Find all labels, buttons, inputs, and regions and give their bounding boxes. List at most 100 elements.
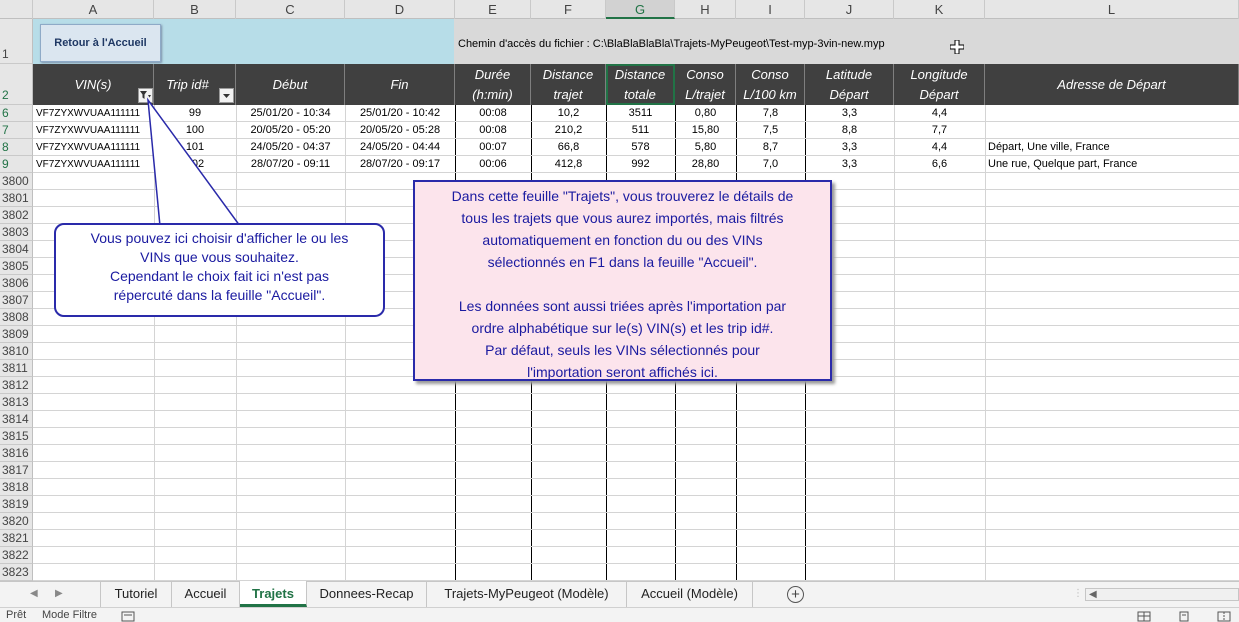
normal-view-icon[interactable]: [1137, 611, 1151, 622]
table-cell[interactable]: 210,2: [531, 122, 606, 139]
table-cell[interactable]: 101: [154, 139, 236, 156]
back-to-home-button[interactable]: Retour à l'Accueil: [40, 24, 161, 62]
trip-id-filter-button[interactable]: [219, 88, 234, 103]
table-cell[interactable]: 8,8: [805, 122, 894, 139]
select-all-corner[interactable]: [0, 0, 33, 19]
prev-sheet-arrow-icon[interactable]: ◀: [30, 588, 38, 599]
column-header-f[interactable]: F: [531, 0, 606, 19]
table-cell[interactable]: 28/07/20 - 09:17: [345, 156, 455, 173]
row-header[interactable]: 3805: [0, 258, 33, 275]
header-distance-totale[interactable]: Distance totale: [606, 64, 675, 105]
table-cell[interactable]: 25/01/20 - 10:34: [236, 105, 345, 122]
row-header[interactable]: 3811: [0, 360, 33, 377]
table-cell[interactable]: 00:06: [455, 156, 531, 173]
header-longitude[interactable]: Longitude Départ: [894, 64, 985, 105]
table-cell[interactable]: 992: [606, 156, 675, 173]
row-header[interactable]: 3801: [0, 190, 33, 207]
row-header[interactable]: 3804: [0, 241, 33, 258]
table-cell[interactable]: Départ, Une ville, France: [985, 139, 1239, 156]
table-cell[interactable]: 7,7: [894, 122, 985, 139]
table-cell[interactable]: 7,0: [736, 156, 805, 173]
table-cell[interactable]: VF7ZYXWVUAA111111: [33, 122, 154, 139]
table-cell[interactable]: 3,3: [805, 156, 894, 173]
tab-donnees-recap[interactable]: Donnees-Recap: [307, 581, 427, 607]
row-header[interactable]: 3803: [0, 224, 33, 241]
table-cell[interactable]: 3511: [606, 105, 675, 122]
row-header[interactable]: 3820: [0, 513, 33, 530]
next-sheet-arrow-icon[interactable]: ▶: [55, 588, 63, 599]
table-cell[interactable]: 3,3: [805, 105, 894, 122]
table-cell[interactable]: 100: [154, 122, 236, 139]
header-distance-trajet[interactable]: Distance trajet: [531, 64, 606, 105]
table-cell[interactable]: 102: [154, 156, 236, 173]
table-cell[interactable]: 511: [606, 122, 675, 139]
column-header-l[interactable]: L: [985, 0, 1239, 19]
table-cell[interactable]: 7,8: [736, 105, 805, 122]
table-cell[interactable]: 3,3: [805, 139, 894, 156]
table-cell[interactable]: 578: [606, 139, 675, 156]
table-cell[interactable]: 10,2: [531, 105, 606, 122]
table-cell[interactable]: 4,4: [894, 139, 985, 156]
header-duree[interactable]: Durée (h:min): [455, 64, 531, 105]
table-cell[interactable]: 00:08: [455, 122, 531, 139]
column-header-d[interactable]: D: [345, 0, 455, 19]
row-header[interactable]: 3810: [0, 343, 33, 360]
vin-filter-button[interactable]: [138, 88, 153, 103]
row-header[interactable]: 3814: [0, 411, 33, 428]
column-header-b[interactable]: B: [154, 0, 236, 19]
macro-record-icon[interactable]: [121, 611, 135, 622]
horizontal-scrollbar[interactable]: [1085, 588, 1239, 601]
table-cell[interactable]: 412,8: [531, 156, 606, 173]
tab-trajets-mypeugeot-modele[interactable]: Trajets-MyPeugeot (Modèle): [427, 581, 627, 607]
column-header-h[interactable]: H: [675, 0, 736, 19]
tab-accueil-modele[interactable]: Accueil (Modèle): [627, 581, 753, 607]
table-cell[interactable]: 20/05/20 - 05:28: [345, 122, 455, 139]
row-header[interactable]: 3808: [0, 309, 33, 326]
table-cell[interactable]: 6,6: [894, 156, 985, 173]
table-cell[interactable]: 7,5: [736, 122, 805, 139]
table-cell[interactable]: 00:07: [455, 139, 531, 156]
table-cell[interactable]: 24/05/20 - 04:44: [345, 139, 455, 156]
table-cell[interactable]: [985, 122, 1239, 139]
tab-trajets[interactable]: Trajets: [240, 581, 307, 607]
column-header-j[interactable]: J: [805, 0, 894, 19]
row-header[interactable]: 3813: [0, 394, 33, 411]
table-cell[interactable]: 20/05/20 - 05:20: [236, 122, 345, 139]
table-cell[interactable]: VF7ZYXWVUAA111111: [33, 105, 154, 122]
row-header[interactable]: 3815: [0, 428, 33, 445]
row-header[interactable]: 6: [0, 105, 33, 122]
table-cell[interactable]: [985, 105, 1239, 122]
table-cell[interactable]: 15,80: [675, 122, 736, 139]
header-debut[interactable]: Début: [236, 64, 345, 105]
column-header-a[interactable]: A: [33, 0, 154, 19]
row-header-1[interactable]: 1: [0, 19, 33, 64]
row-header[interactable]: 3802: [0, 207, 33, 224]
header-conso-trajet[interactable]: Conso L/trajet: [675, 64, 736, 105]
header-adresse[interactable]: Adresse de Départ: [985, 64, 1239, 105]
table-cell[interactable]: VF7ZYXWVUAA111111: [33, 156, 154, 173]
table-cell[interactable]: 25/01/20 - 10:42: [345, 105, 455, 122]
table-cell[interactable]: 28,80: [675, 156, 736, 173]
row-header[interactable]: 3806: [0, 275, 33, 292]
row-header[interactable]: 3817: [0, 462, 33, 479]
row-header[interactable]: 3822: [0, 547, 33, 564]
header-conso-100km[interactable]: Conso L/100 km: [736, 64, 805, 105]
row-header[interactable]: 3823: [0, 564, 33, 581]
row-header[interactable]: 7: [0, 122, 33, 139]
row-header[interactable]: 8: [0, 139, 33, 156]
column-header-i[interactable]: I: [736, 0, 805, 19]
row-header[interactable]: 9: [0, 156, 33, 173]
table-cell[interactable]: 28/07/20 - 09:11: [236, 156, 345, 173]
header-latitude[interactable]: Latitude Départ: [805, 64, 894, 105]
row-header[interactable]: 3807: [0, 292, 33, 309]
tab-split-handle-icon[interactable]: ⋮: [1073, 588, 1083, 599]
table-cell[interactable]: 66,8: [531, 139, 606, 156]
row-header[interactable]: 3821: [0, 530, 33, 547]
row-header[interactable]: 3812: [0, 377, 33, 394]
row-header[interactable]: 3816: [0, 445, 33, 462]
table-cell[interactable]: 5,80: [675, 139, 736, 156]
row-header[interactable]: 3819: [0, 496, 33, 513]
tab-tutoriel[interactable]: Tutoriel: [100, 581, 172, 607]
column-header-e[interactable]: E: [455, 0, 531, 19]
table-cell[interactable]: Une rue, Quelque part, France: [985, 156, 1239, 173]
